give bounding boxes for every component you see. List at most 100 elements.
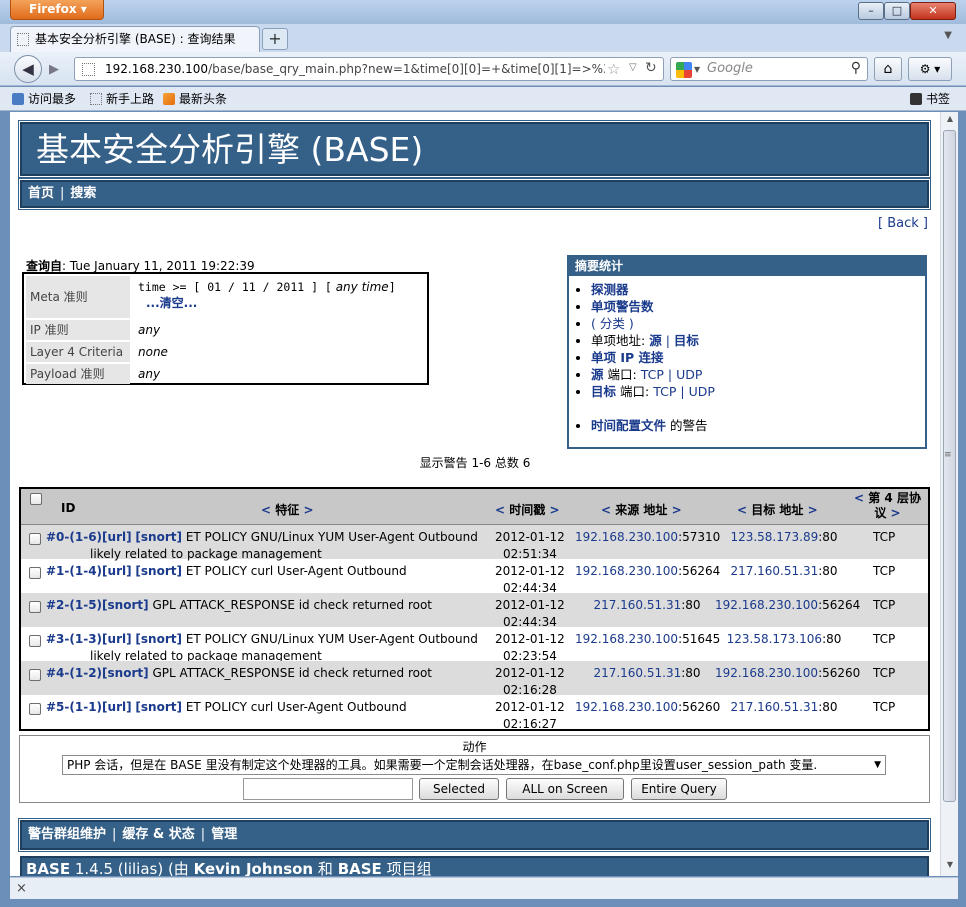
source-port-udp-link[interactable]: UDP xyxy=(676,367,702,382)
action-selected-button[interactable]: Selected xyxy=(419,778,499,800)
alert-id-link[interactable]: #4-(1-2) xyxy=(46,666,102,680)
source-ip-link[interactable]: 192.168.230.100 xyxy=(575,632,678,646)
bookmark-getting-started[interactable]: 新手上路 xyxy=(90,91,154,107)
firefox-menu-button[interactable]: Firefox ▾ xyxy=(10,0,104,20)
site-identity-icon[interactable] xyxy=(82,63,95,76)
dest-ip-link[interactable]: 123.58.173.106 xyxy=(727,632,822,646)
reload-icon[interactable]: ↻ xyxy=(645,60,657,76)
url-bar[interactable]: 192.168.230.100/base/base_qry_main.php?n… xyxy=(74,57,664,81)
signature-reference-link[interactable]: [snort] xyxy=(135,700,182,714)
source-port-link[interactable]: :80 xyxy=(681,598,700,612)
signature-reference-link[interactable]: [snort] xyxy=(135,530,182,544)
search-input[interactable]: ▼ Google ⚲ xyxy=(670,57,868,81)
clear-criteria-link[interactable]: ...清空... xyxy=(146,296,197,310)
maximize-button[interactable]: □ xyxy=(884,2,910,20)
bookmark-most-visited[interactable]: 访问最多 xyxy=(12,91,76,107)
url-text[interactable]: 192.168.230.100/base/base_qry_main.php?n… xyxy=(105,58,605,80)
forward-arrow-icon[interactable]: ▶ xyxy=(42,60,66,80)
column-header-protocol[interactable]: < 第 4 层协议 > xyxy=(854,491,921,521)
source-port-link[interactable]: :56260 xyxy=(678,700,720,714)
google-engine-icon[interactable] xyxy=(676,62,692,78)
row-checkbox[interactable] xyxy=(29,635,41,647)
sensors-link[interactable]: 探测器 xyxy=(591,282,629,297)
source-port-link[interactable]: :57310 xyxy=(678,530,720,544)
scroll-up-arrow-icon[interactable]: ▲ xyxy=(943,114,957,128)
bookmark-latest-headlines[interactable]: 最新头条 xyxy=(163,91,227,107)
vertical-scrollbar[interactable]: ▲ ≡ ▼ xyxy=(940,112,958,876)
dest-port-link[interactable]: :80 xyxy=(818,564,837,578)
tab-list-chevron-icon[interactable]: ▼ xyxy=(944,30,952,41)
signature-reference-link[interactable]: [snort] xyxy=(135,632,182,646)
dest-ip-link[interactable]: 192.168.230.100 xyxy=(715,666,818,680)
url-history-dropdown-icon[interactable]: ▽ xyxy=(629,62,637,73)
action-argument-input[interactable] xyxy=(243,778,413,800)
menu-search-link[interactable]: 搜索 xyxy=(70,186,96,201)
unique-alerts-link[interactable]: 单项警告数 xyxy=(591,299,654,314)
bookmark-star-icon[interactable]: ☆ xyxy=(607,60,620,78)
dest-port-tcp-link[interactable]: TCP xyxy=(653,384,676,399)
row-checkbox[interactable] xyxy=(29,669,41,681)
row-checkbox[interactable] xyxy=(29,567,41,579)
unique-dest-addr-link[interactable]: 目标 xyxy=(674,333,699,348)
alert-id-link[interactable]: #1-(1-4) xyxy=(46,564,102,578)
source-ip-link[interactable]: 192.168.230.100 xyxy=(575,530,678,544)
dest-port-link[interactable]: :80 xyxy=(822,632,841,646)
close-window-button[interactable]: ✕ xyxy=(910,2,956,20)
source-ip-link[interactable]: 217.160.51.31 xyxy=(593,598,681,612)
dest-port-link[interactable]: :56260 xyxy=(818,666,860,680)
column-header-source[interactable]: < 来源 地址 > xyxy=(601,501,682,518)
dest-ip-link[interactable]: 123.58.173.89 xyxy=(730,530,818,544)
dest-port-link[interactable]: :80 xyxy=(818,530,837,544)
cache-status-link[interactable]: 缓存 & 状态 xyxy=(122,827,194,842)
tab-base-query-results[interactable]: 基本安全分析引擎 (BASE) : 查询结果 xyxy=(10,26,260,52)
action-select[interactable]: PHP 会话，但是在 BASE 里没有制定这个处理器的工具。如果需要一个定制会话… xyxy=(62,755,886,775)
back-link[interactable]: [ Back ] xyxy=(878,216,928,231)
row-checkbox[interactable] xyxy=(29,703,41,715)
signature-reference-link[interactable]: [snort] xyxy=(135,564,182,578)
action-entire-query-button[interactable]: Entire Query xyxy=(631,778,727,800)
scrollbar-thumb[interactable] xyxy=(943,130,956,802)
action-all-on-screen-button[interactable]: ALL on Screen xyxy=(506,778,624,800)
row-checkbox[interactable] xyxy=(29,533,41,545)
source-port-link[interactable]: :51645 xyxy=(678,632,720,646)
source-ip-link[interactable]: 192.168.230.100 xyxy=(575,564,678,578)
dest-port-link[interactable]: :80 xyxy=(818,700,837,714)
source-port-link[interactable]: :56264 xyxy=(678,564,720,578)
categories-link[interactable]: ( 分类 ) xyxy=(591,316,634,331)
dest-ip-link[interactable]: 192.168.230.100 xyxy=(715,598,818,612)
engine-dropdown-icon[interactable]: ▼ xyxy=(694,65,700,74)
alert-id-link[interactable]: #5-(1-1) xyxy=(46,700,102,714)
source-ip-link[interactable]: 217.160.51.31 xyxy=(593,666,681,680)
back-arrow-icon[interactable]: ◀ xyxy=(14,55,42,83)
source-port-tcp-link[interactable]: TCP xyxy=(641,367,664,382)
dest-ip-link[interactable]: 217.160.51.31 xyxy=(730,700,818,714)
column-header-signature[interactable]: < 特征 > xyxy=(261,501,314,518)
close-addon-bar-icon[interactable]: × xyxy=(16,881,27,896)
time-profile-link[interactable]: 时间配置文件 xyxy=(591,418,666,433)
alert-id-link[interactable]: #2-(1-5) xyxy=(46,598,102,612)
signature-reference-link[interactable]: [snort] xyxy=(102,666,149,680)
signature-reference-link[interactable]: [url] xyxy=(102,632,132,646)
signature-reference-link[interactable]: [url] xyxy=(102,564,132,578)
unique-source-addr-link[interactable]: 源 xyxy=(649,333,662,348)
source-port-link[interactable]: :80 xyxy=(681,666,700,680)
source-ip-link[interactable]: 192.168.230.100 xyxy=(575,700,678,714)
new-tab-button[interactable]: + xyxy=(262,28,288,50)
dest-port-link[interactable]: :56264 xyxy=(818,598,860,612)
search-icon[interactable]: ⚲ xyxy=(851,60,861,76)
column-header-destination[interactable]: < 目标 地址 > xyxy=(737,501,818,518)
home-icon[interactable]: ⌂ xyxy=(874,57,902,81)
select-all-checkbox[interactable] xyxy=(30,493,42,505)
dest-port-udp-link[interactable]: UDP xyxy=(689,384,715,399)
bookmarks-menu[interactable]: 书签 xyxy=(910,91,950,107)
chevron-down-icon[interactable]: ▼ xyxy=(874,756,881,774)
menu-home-link[interactable]: 首页 xyxy=(28,186,54,201)
dest-ip-link[interactable]: 217.160.51.31 xyxy=(730,564,818,578)
administration-link[interactable]: 管理 xyxy=(211,827,237,842)
dest-port-link[interactable]: 目标 xyxy=(591,384,616,399)
signature-reference-link[interactable]: [url] xyxy=(102,530,132,544)
source-port-link[interactable]: 源 xyxy=(591,367,604,382)
alert-id-link[interactable]: #3-(1-3) xyxy=(46,632,102,646)
signature-reference-link[interactable]: [snort] xyxy=(102,598,149,612)
addons-gear-icon[interactable]: ⚙ ▾ xyxy=(908,57,952,81)
